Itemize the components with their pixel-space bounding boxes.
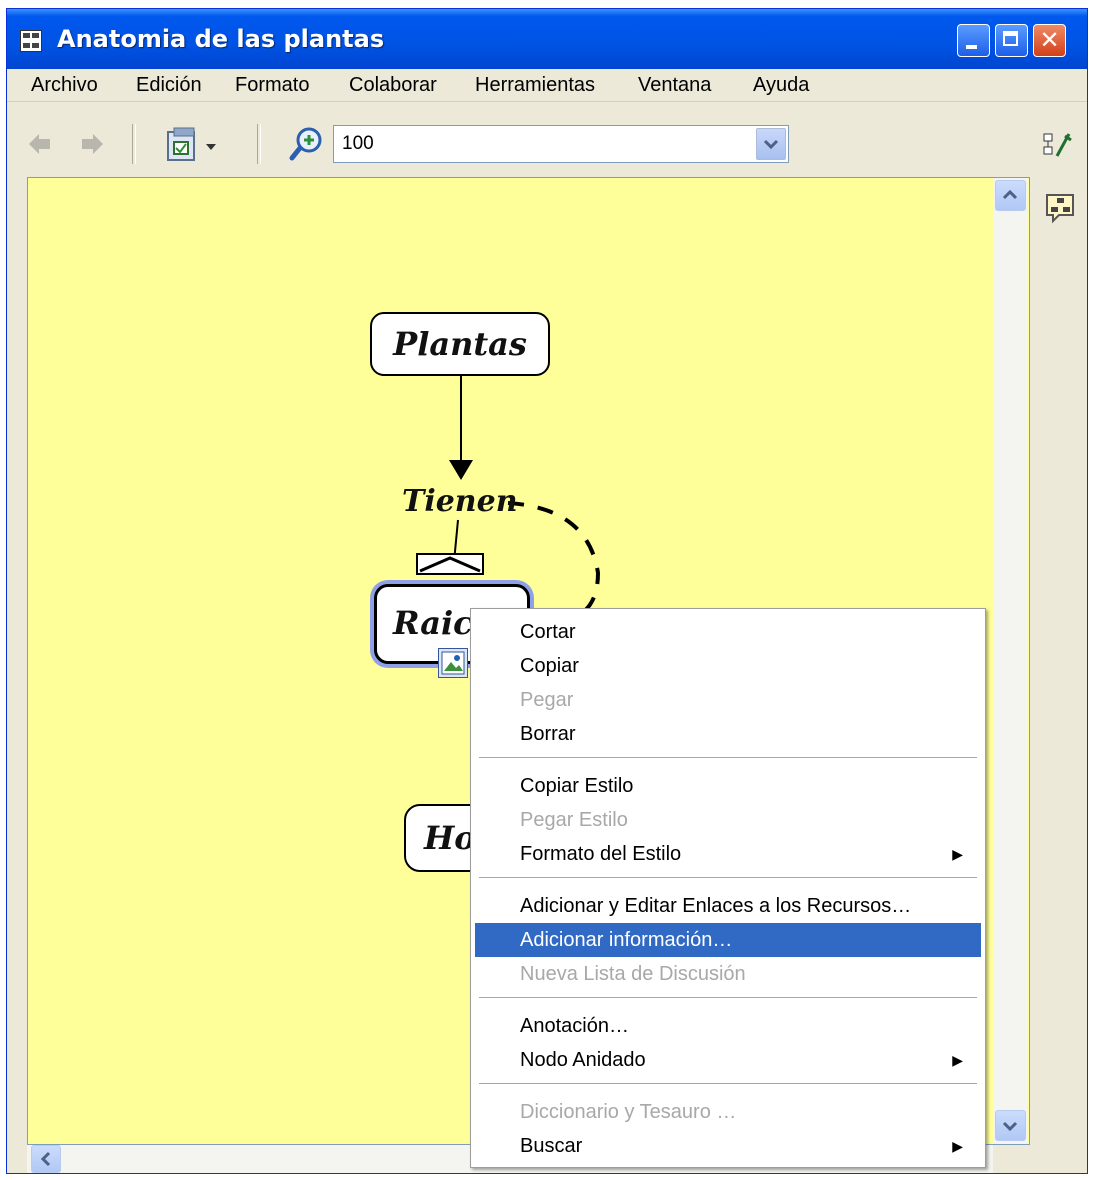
concept-map-icon[interactable] bbox=[1043, 191, 1077, 225]
ctx-item-label: Nodo Anidado bbox=[520, 1049, 646, 1071]
ctx-separator bbox=[479, 1083, 977, 1085]
ctx-item-label: Adicionar información… bbox=[520, 929, 733, 951]
toolbar-separator bbox=[132, 124, 136, 164]
menu-bar: Archivo Edición Formato Colaborar Herram… bbox=[7, 69, 1087, 102]
ctx-item-label: Copiar bbox=[520, 655, 579, 677]
ctx-item-nodo-anidado[interactable]: Nodo Anidado ▶ bbox=[475, 1043, 981, 1077]
ctx-item-copiar[interactable]: Copiar bbox=[475, 649, 981, 683]
menu-ayuda[interactable]: Ayuda bbox=[753, 74, 809, 97]
scroll-left-button[interactable] bbox=[31, 1145, 61, 1173]
ctx-item-buscar[interactable]: Buscar ▶ bbox=[475, 1129, 981, 1163]
ctx-item-pegar: Pegar bbox=[475, 683, 981, 717]
ctx-item-label: Nueva Lista de Discusión bbox=[520, 963, 746, 985]
toolbar-separator bbox=[257, 124, 261, 164]
minimize-button[interactable] bbox=[957, 24, 990, 57]
menu-edicion[interactable]: Edición bbox=[136, 74, 202, 97]
ctx-item-label: Pegar bbox=[520, 689, 574, 711]
vertical-scrollbar[interactable] bbox=[993, 178, 1028, 1144]
ctx-item-diccionario-tesauro: Diccionario y Tesauro … bbox=[475, 1095, 981, 1129]
menu-ventana[interactable]: Ventana bbox=[638, 74, 711, 97]
ctx-item-label: Cortar bbox=[520, 621, 576, 643]
ctx-item-pegar-estilo: Pegar Estilo bbox=[475, 803, 981, 837]
ctx-item-label: Copiar Estilo bbox=[520, 775, 634, 797]
link-phrase-tienen[interactable]: Tienen bbox=[402, 484, 518, 519]
ctx-item-cortar[interactable]: Cortar bbox=[475, 615, 981, 649]
ctx-separator bbox=[479, 997, 977, 999]
ctx-separator bbox=[479, 757, 977, 759]
concept-node-plantas[interactable]: Plantas bbox=[370, 312, 550, 376]
menu-archivo[interactable]: Archivo bbox=[31, 74, 98, 97]
view-dropdown-icon[interactable] bbox=[164, 126, 226, 166]
ctx-item-nueva-lista-discusion: Nueva Lista de Discusión bbox=[475, 957, 981, 991]
ctx-item-label: Borrar bbox=[520, 723, 576, 745]
zoom-icon[interactable] bbox=[289, 126, 325, 162]
zoom-value: 100 bbox=[342, 133, 374, 154]
ctx-item-label: Diccionario y Tesauro … bbox=[520, 1101, 737, 1123]
toolbar: 100 bbox=[7, 102, 1087, 174]
ctx-item-copiar-estilo[interactable]: Copiar Estilo bbox=[475, 769, 981, 803]
combo-dropdown-icon[interactable] bbox=[756, 128, 786, 160]
menu-colaborar[interactable]: Colaborar bbox=[349, 74, 437, 97]
back-arrow-icon[interactable] bbox=[27, 131, 53, 157]
ctx-item-anotacion[interactable]: Anotación… bbox=[475, 1009, 981, 1043]
ctx-item-label: Buscar bbox=[520, 1135, 583, 1157]
submenu-arrow-icon: ▶ bbox=[952, 846, 963, 862]
image-resource-icon[interactable] bbox=[438, 648, 468, 678]
forward-arrow-icon[interactable] bbox=[79, 131, 105, 157]
title-bar[interactable]: Anatomia de las plantas ✕ bbox=[7, 9, 1087, 69]
scroll-down-button[interactable] bbox=[995, 1110, 1026, 1141]
ctx-item-borrar[interactable]: Borrar bbox=[475, 717, 981, 751]
app-icon bbox=[20, 30, 42, 52]
close-button[interactable]: ✕ bbox=[1033, 24, 1066, 57]
ctx-item-formato-del-estilo[interactable]: Formato del Estilo ▶ bbox=[475, 837, 981, 871]
ctx-item-label: Adicionar y Editar Enlaces a los Recurso… bbox=[520, 895, 912, 917]
close-icon: ✕ bbox=[1039, 26, 1060, 54]
window-title: Anatomia de las plantas bbox=[57, 25, 385, 53]
ctx-item-label: Anotación… bbox=[520, 1015, 629, 1037]
context-menu: Cortar Copiar Pegar Borrar Copiar Estilo… bbox=[470, 608, 986, 1168]
ctx-item-label: Formato del Estilo bbox=[520, 843, 682, 865]
ctx-item-adicionar-informacion[interactable]: Adicionar información… bbox=[475, 923, 981, 957]
menu-formato[interactable]: Formato bbox=[235, 74, 309, 97]
maximize-button[interactable] bbox=[995, 24, 1028, 57]
ctx-item-adicionar-enlaces[interactable]: Adicionar y Editar Enlaces a los Recurso… bbox=[475, 889, 981, 923]
zoom-combo-box[interactable]: 100 bbox=[333, 125, 789, 163]
menu-herramientas[interactable]: Herramientas bbox=[475, 74, 595, 97]
ctx-separator bbox=[479, 877, 977, 879]
right-side-panel bbox=[1032, 104, 1087, 1173]
scroll-up-button[interactable] bbox=[995, 180, 1026, 211]
submenu-arrow-icon: ▶ bbox=[952, 1052, 963, 1068]
submenu-arrow-icon: ▶ bbox=[952, 1138, 963, 1154]
ctx-item-label: Pegar Estilo bbox=[520, 809, 628, 831]
